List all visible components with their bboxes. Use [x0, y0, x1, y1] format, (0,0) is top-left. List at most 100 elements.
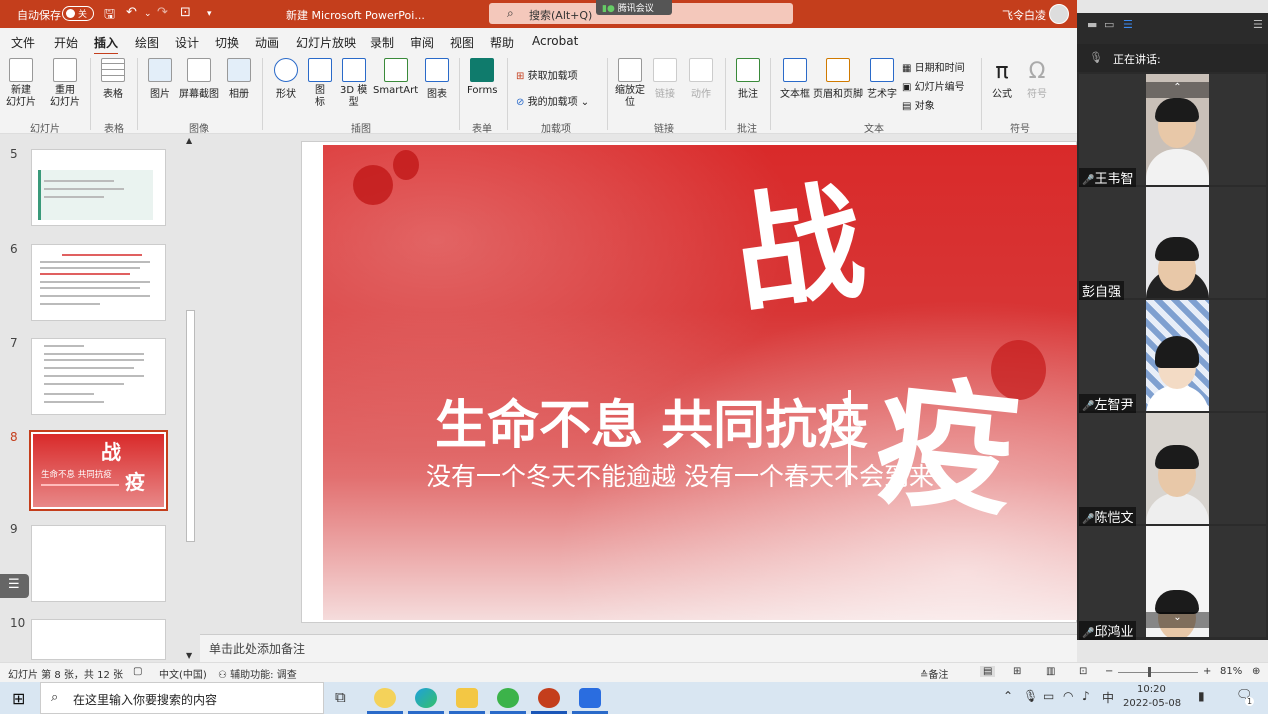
file-explorer-icon[interactable]	[456, 688, 478, 708]
zoom-level[interactable]: 81%	[1220, 666, 1242, 677]
tab-file[interactable]: 文件	[11, 34, 35, 51]
slide-thumb-9[interactable]	[31, 525, 166, 602]
tab-animations[interactable]: 动画	[255, 34, 279, 51]
comment-button[interactable]: 批注	[736, 58, 760, 100]
customize-qat-icon[interactable]: ▾	[207, 9, 212, 19]
current-slide[interactable]: 战 疫 生命不息 共同抗疫 没有一个冬天不能逾越 没有一个春天不会到来	[323, 145, 1077, 620]
screenshot-button[interactable]: 屏幕截图	[179, 58, 219, 100]
datetime-button[interactable]: ▦ 日期和时间	[902, 59, 965, 74]
header-footer-button[interactable]: 页眉和页脚	[813, 58, 863, 100]
powerpoint-icon[interactable]	[538, 688, 560, 708]
normal-view-icon[interactable]: ▤	[980, 666, 996, 677]
icons-button[interactable]: 图 标	[308, 58, 332, 109]
tab-slideshow[interactable]: 幻灯片放映	[296, 34, 356, 51]
zoom-slider[interactable]	[1118, 672, 1198, 673]
minimize-icon[interactable]: ▬	[1087, 18, 1097, 31]
chevron-up-icon[interactable]: ⌃	[1146, 82, 1209, 98]
weather-icon[interactable]	[374, 688, 396, 708]
new-slide-button[interactable]: 新建 幻灯片	[6, 58, 36, 109]
menu-icon[interactable]: ☰	[1253, 18, 1263, 31]
link-button[interactable]: 链接	[653, 58, 677, 100]
tab-design[interactable]: 设计	[175, 34, 199, 51]
slide-thumb-10[interactable]	[31, 619, 166, 660]
edge-icon[interactable]	[415, 688, 437, 708]
ime-indicator[interactable]: 中	[1102, 689, 1114, 706]
chevron-down-icon[interactable]: ⌄	[1146, 612, 1209, 628]
album-button[interactable]: 相册	[227, 58, 251, 100]
meeting-badge[interactable]: ▮● 腾讯会议	[596, 0, 672, 15]
save-icon[interactable]: 🖫	[104, 5, 115, 27]
action-button[interactable]: 动作	[689, 58, 713, 100]
battery-icon[interactable]: ▭	[1043, 689, 1054, 703]
slide-thumb-6[interactable]	[31, 244, 166, 321]
shape-button[interactable]: 形状	[274, 58, 298, 100]
tab-transitions[interactable]: 切换	[215, 34, 239, 51]
tab-draw[interactable]: 绘图	[135, 34, 159, 51]
3d-model-button[interactable]: 3D 模 型	[340, 58, 367, 109]
equation-button[interactable]: π 公式	[992, 58, 1012, 100]
undo-icon[interactable]: ↶	[126, 5, 137, 20]
tray-chevron-icon[interactable]: ⌃	[1003, 689, 1013, 703]
reading-view-icon[interactable]: ▥	[1046, 666, 1055, 677]
tab-review[interactable]: 审阅	[410, 34, 434, 51]
tab-acrobat[interactable]: Acrobat	[532, 34, 578, 48]
scroll-down-icon[interactable]: ▼	[186, 651, 192, 660]
task-view-icon[interactable]: ⧉	[335, 688, 346, 706]
tray-mic-icon[interactable]: 🎙	[1023, 689, 1038, 703]
tencent-meeting-icon[interactable]	[579, 688, 601, 708]
spellcheck-icon[interactable]: ▢	[133, 666, 142, 677]
fit-slide-icon[interactable]: ⊕	[1252, 666, 1260, 677]
notes-toggle[interactable]: ≙备注	[920, 666, 948, 681]
picture-button[interactable]: 图片	[148, 58, 172, 100]
wechat-icon[interactable]	[497, 688, 519, 708]
scroll-up-icon[interactable]: ▲	[186, 136, 192, 145]
windows-start-icon[interactable]: ⊞	[12, 689, 25, 708]
outline-toggle-icon[interactable]: ☰	[0, 574, 29, 598]
user-name[interactable]: 飞令白凌	[1002, 7, 1046, 23]
present-icon[interactable]: ⊡	[180, 5, 191, 20]
zoom-out-icon[interactable]: −	[1105, 666, 1113, 677]
scrollbar-thumb[interactable]	[186, 310, 195, 542]
smartart-button[interactable]: SmartArt	[373, 58, 418, 96]
zoom-slider-thumb[interactable]	[1148, 667, 1151, 677]
undo-dropdown-icon[interactable]: ⌄	[144, 9, 152, 19]
textbox-button[interactable]: 文本框	[780, 58, 810, 100]
sorter-view-icon[interactable]: ⊞	[1013, 666, 1021, 677]
zoom-button[interactable]: 缩放定 位	[615, 58, 645, 109]
tab-home[interactable]: 开始	[54, 34, 78, 51]
taskbar-search[interactable]: ⌕ 在这里输入你要搜索的内容	[40, 682, 324, 714]
reuse-slide-button[interactable]: 重用 幻灯片	[50, 58, 80, 109]
slide-thumb-5[interactable]	[31, 149, 166, 226]
accessibility-status[interactable]: ⚇ 辅助功能: 调查	[218, 666, 297, 681]
notes-pane[interactable]: 单击此处添加备注	[200, 634, 1077, 662]
my-addins-button[interactable]: ⊘ 我的加载项 ⌄	[516, 93, 589, 108]
autosave-toggle[interactable]: 关	[62, 6, 94, 21]
tab-record[interactable]: 录制	[370, 34, 394, 51]
chart-button[interactable]: 图表	[425, 58, 449, 100]
avatar[interactable]	[1049, 4, 1069, 24]
clock-date[interactable]: 2022-05-08	[1123, 698, 1181, 709]
symbol-button[interactable]: Ω 符号	[1027, 58, 1047, 100]
table-button[interactable]: 表格	[101, 58, 125, 100]
slide-number-button[interactable]: ▣ 幻灯片编号	[902, 78, 965, 93]
clock-time[interactable]: 10:20	[1137, 684, 1166, 695]
tab-insert[interactable]: 插入	[94, 34, 119, 56]
object-button[interactable]: ▤ 对象	[902, 97, 935, 112]
wifi-icon[interactable]: ◠	[1063, 689, 1073, 703]
window-icon[interactable]: ▭	[1104, 18, 1114, 31]
wordart-button[interactable]: 艺术字	[867, 58, 897, 100]
volume-icon[interactable]: ♪	[1082, 689, 1090, 703]
slideshow-view-icon[interactable]: ⊡	[1079, 666, 1087, 677]
document-title[interactable]: 新建 Microsoft PowerPoi...	[286, 7, 425, 23]
zoom-in-icon[interactable]: +	[1203, 666, 1211, 677]
tab-view[interactable]: 视图	[450, 34, 474, 51]
redo-icon[interactable]: ↷	[157, 5, 168, 20]
slide-thumb-7[interactable]	[31, 338, 166, 415]
forms-button[interactable]: Forms	[467, 58, 497, 96]
layout-icon[interactable]: ☰	[1123, 18, 1133, 31]
get-addins-button[interactable]: ⊞ 获取加载项	[516, 67, 578, 82]
meet-now-icon[interactable]: ▮	[1198, 689, 1205, 703]
language[interactable]: 中文(中国)	[159, 666, 207, 681]
tab-help[interactable]: 帮助	[490, 34, 514, 51]
slide-thumb-8-selected[interactable]: 战 疫 生命不息 共同抗疫	[29, 430, 168, 511]
